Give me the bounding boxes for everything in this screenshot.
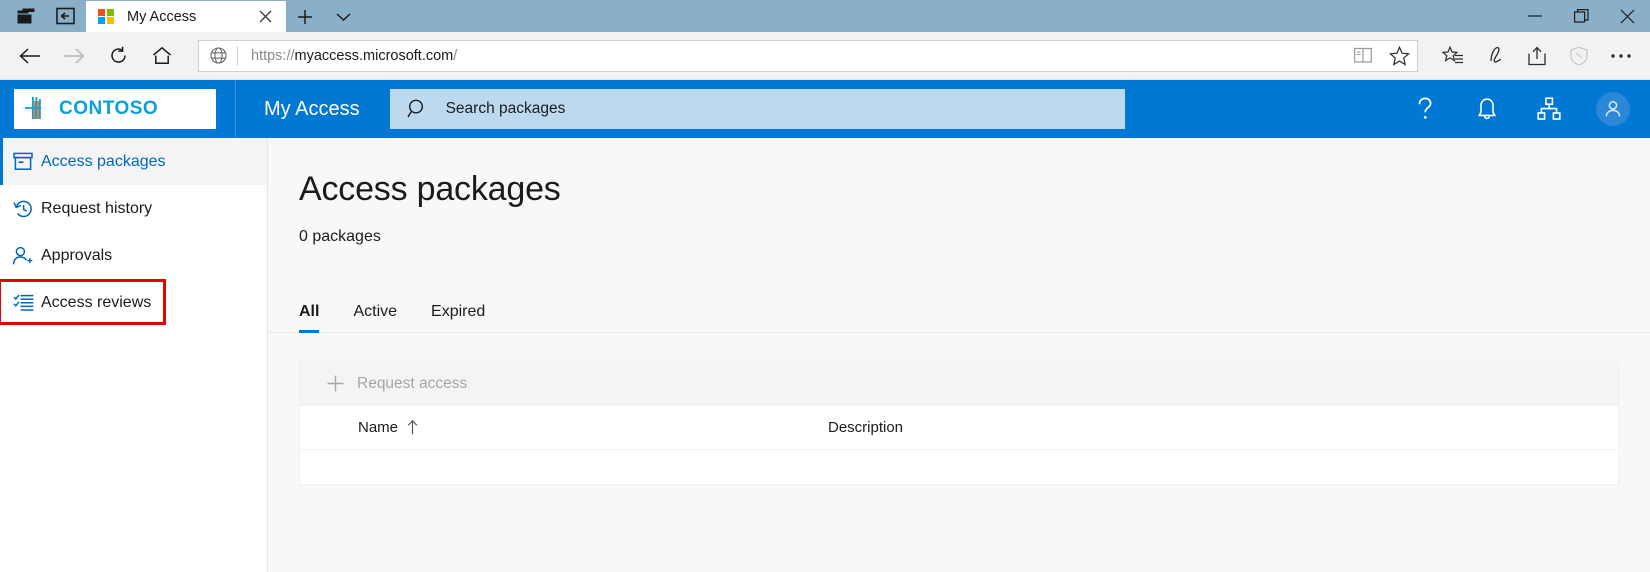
sidebar-item-access-reviews[interactable]: Access reviews (0, 279, 267, 326)
app-header: CONTOSO My Access Search packages (0, 80, 1650, 138)
address-bar[interactable]: https://myaccess.microsoft.com/ (198, 40, 1418, 72)
window-controls (1512, 0, 1650, 32)
up-arrow-icon (407, 420, 418, 435)
packages-table: Name Description (299, 405, 1619, 485)
brand-name: CONTOSO (59, 98, 158, 120)
column-header-description[interactable]: Description (828, 419, 903, 436)
new-tab-button[interactable] (286, 1, 324, 32)
main-content: Access packages 0 packages All Active Ex… (268, 138, 1650, 572)
request-access-label: Request access (357, 375, 467, 393)
sidebar: Access packages Request history Approval… (0, 138, 268, 572)
contoso-logo-icon (22, 95, 52, 123)
column-header-name[interactable]: Name (300, 419, 828, 436)
column-header-label: Name (358, 419, 398, 436)
set-aside-tabs-icon[interactable] (46, 0, 86, 32)
maximize-icon[interactable] (1558, 0, 1604, 32)
person-icon (1603, 99, 1623, 119)
tab-preview-icon[interactable] (6, 0, 46, 32)
address-bar-url: https://myaccess.microsoft.com/ (238, 48, 1345, 64)
column-header-label: Description (828, 419, 903, 436)
window-close-icon[interactable] (1604, 0, 1650, 32)
table-empty-row (300, 450, 1618, 484)
page-title: Access packages (268, 138, 1650, 209)
address-bar-icons (1345, 40, 1417, 72)
sitemap-icon[interactable] (1518, 80, 1580, 138)
shield-icon[interactable] (1558, 36, 1600, 76)
url-scheme: https:// (251, 48, 295, 64)
bell-icon[interactable] (1456, 80, 1518, 138)
my-access-app: CONTOSO My Access Search packages (0, 80, 1650, 572)
search-placeholder: Search packages (446, 100, 566, 118)
browser-window: My Access (0, 0, 1650, 572)
back-arrow-icon[interactable] (8, 36, 52, 76)
sidebar-item-access-packages[interactable]: Access packages (0, 138, 267, 185)
share-icon[interactable] (1516, 36, 1558, 76)
brand-logo-box[interactable]: CONTOSO (14, 89, 216, 129)
package-count: 0 packages (268, 209, 1650, 246)
sidebar-item-label: Approvals (41, 247, 112, 265)
browser-tab[interactable]: My Access (86, 1, 286, 32)
person-add-icon (8, 246, 38, 266)
table-header-row: Name Description (300, 406, 1618, 450)
tab-title: My Access (127, 9, 252, 25)
tab-close-icon[interactable] (252, 4, 278, 30)
tab-expired[interactable]: Expired (431, 303, 485, 332)
more-icon[interactable] (1600, 36, 1642, 76)
packages-card: Request access Name D (268, 333, 1650, 485)
reading-view-icon[interactable] (1345, 40, 1381, 72)
star-icon[interactable] (1381, 40, 1417, 72)
web-note-icon[interactable] (1474, 36, 1516, 76)
microsoft-logo-icon (98, 9, 114, 25)
app-header-actions (1394, 80, 1650, 138)
browser-titlebar: My Access (0, 0, 1650, 32)
sidebar-item-label: Access reviews (41, 294, 151, 312)
checklist-icon (8, 293, 38, 312)
sidebar-item-approvals[interactable]: Approvals (0, 232, 267, 279)
app-title[interactable]: My Access (264, 98, 360, 121)
help-icon[interactable] (1394, 80, 1456, 138)
forward-arrow-icon[interactable] (52, 36, 96, 76)
search-input[interactable]: Search packages (390, 89, 1125, 129)
navbar-right-icons (1432, 36, 1642, 76)
archive-box-icon (8, 152, 38, 171)
sidebar-item-label: Request history (41, 200, 152, 218)
url-path: / (453, 48, 457, 64)
search-icon (390, 98, 446, 120)
appbar-divider (235, 80, 236, 138)
app-body: Access packages Request history Approval… (0, 138, 1650, 572)
home-icon[interactable] (140, 36, 184, 76)
tab-all[interactable]: All (299, 303, 319, 332)
plus-icon (322, 375, 348, 392)
minimize-icon[interactable] (1512, 0, 1558, 32)
favorites-hub-icon[interactable] (1432, 36, 1474, 76)
globe-icon (199, 47, 237, 64)
sidebar-item-label: Access packages (41, 153, 166, 171)
titlebar-left-icons (0, 0, 86, 32)
tab-active[interactable]: Active (353, 303, 397, 332)
content-tabs: All Active Expired (268, 289, 1650, 333)
sidebar-item-request-history[interactable]: Request history (0, 185, 267, 232)
refresh-icon[interactable] (96, 36, 140, 76)
chevron-down-icon[interactable] (324, 1, 362, 32)
request-access-button[interactable]: Request access (322, 375, 467, 393)
browser-navbar: https://myaccess.microsoft.com/ (0, 32, 1650, 80)
history-clock-icon (8, 199, 38, 219)
command-bar: Request access (299, 361, 1619, 405)
avatar[interactable] (1596, 92, 1630, 126)
url-host: myaccess.microsoft.com (295, 48, 454, 64)
